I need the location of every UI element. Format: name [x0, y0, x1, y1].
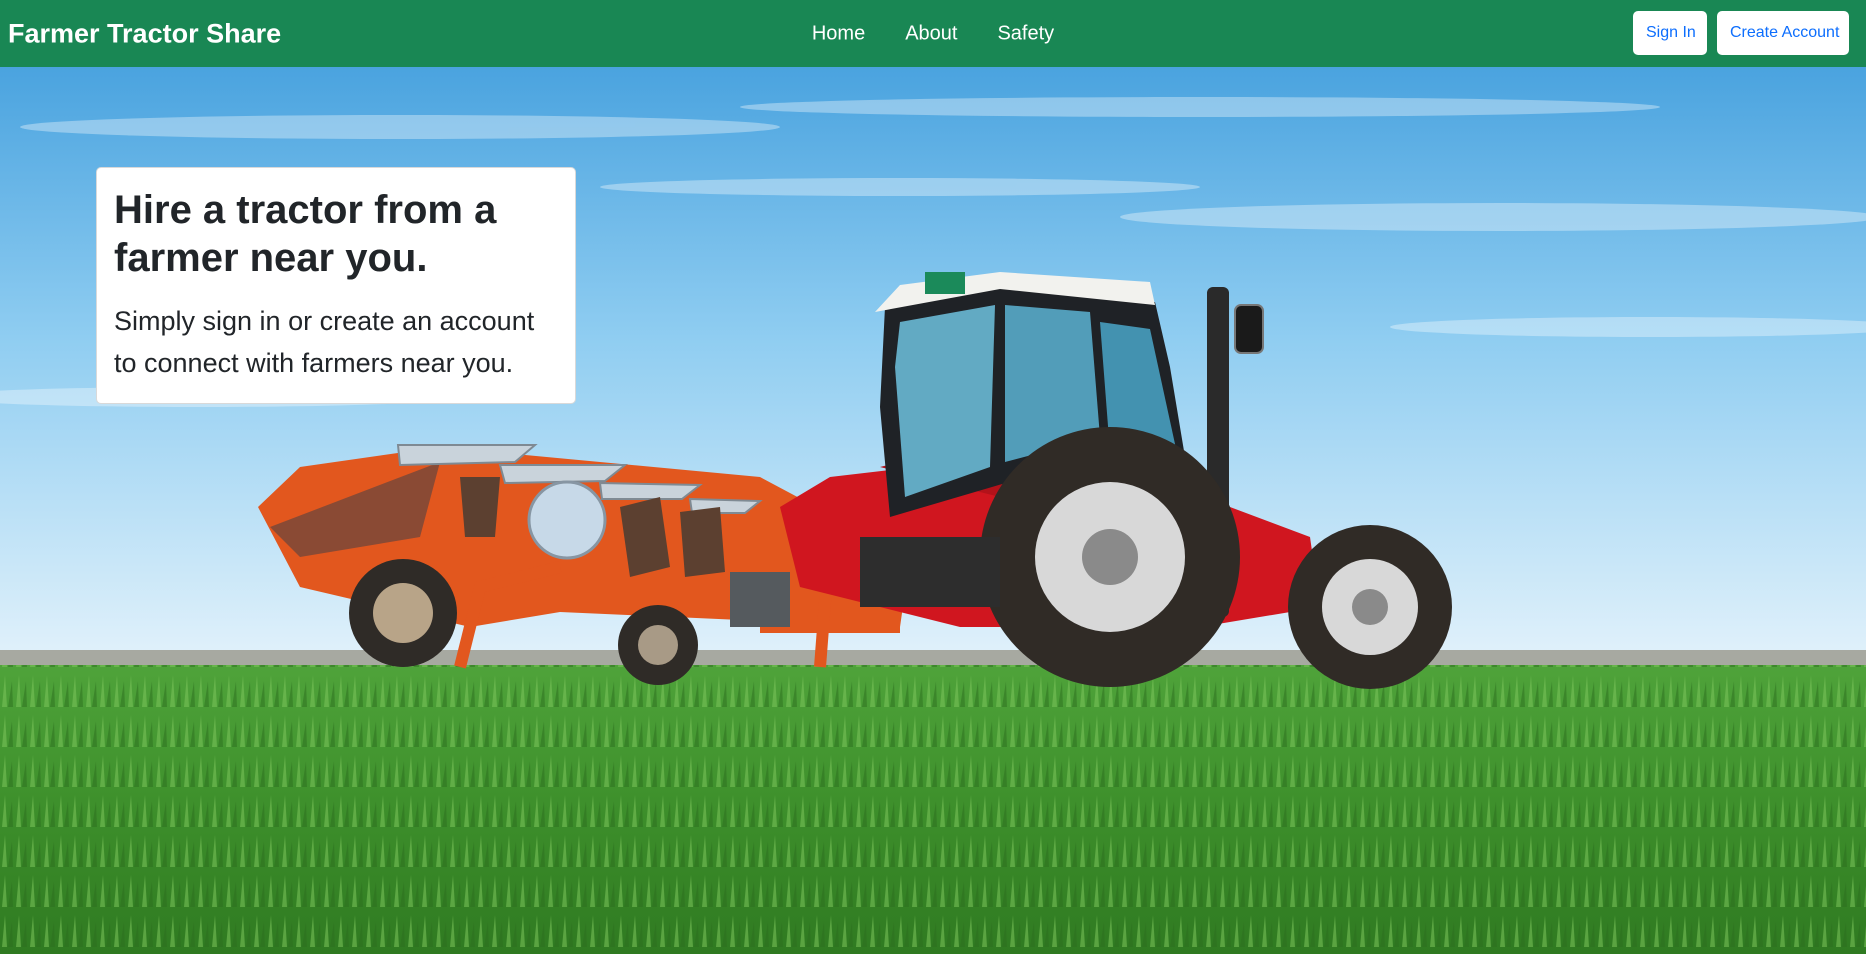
hero-text: Simply sign in or create an account to c…	[114, 306, 535, 378]
nav-links: Home About Safety	[792, 14, 1074, 53]
hero-section: Hire a tractor from a farmer near you. S…	[0, 67, 1866, 954]
brand-logo-link[interactable]: Farmer Tractor Share	[8, 18, 281, 49]
nav-link-about[interactable]: About	[885, 14, 977, 53]
create-account-button[interactable]: Create Account	[1717, 11, 1849, 55]
page: Farmer Tractor Share Home About Safety S…	[0, 0, 1866, 954]
nav-actions: Sign In Create Account	[1633, 11, 1849, 55]
navbar: Farmer Tractor Share Home About Safety S…	[0, 0, 1866, 67]
nav-link-safety[interactable]: Safety	[977, 14, 1074, 53]
nav-link-home[interactable]: Home	[792, 14, 885, 53]
hero-card: Hire a tractor from a farmer near you. S…	[96, 167, 576, 404]
sign-in-button[interactable]: Sign In	[1633, 11, 1707, 55]
hero-title: Hire a tractor from a farmer near you.	[114, 188, 497, 280]
